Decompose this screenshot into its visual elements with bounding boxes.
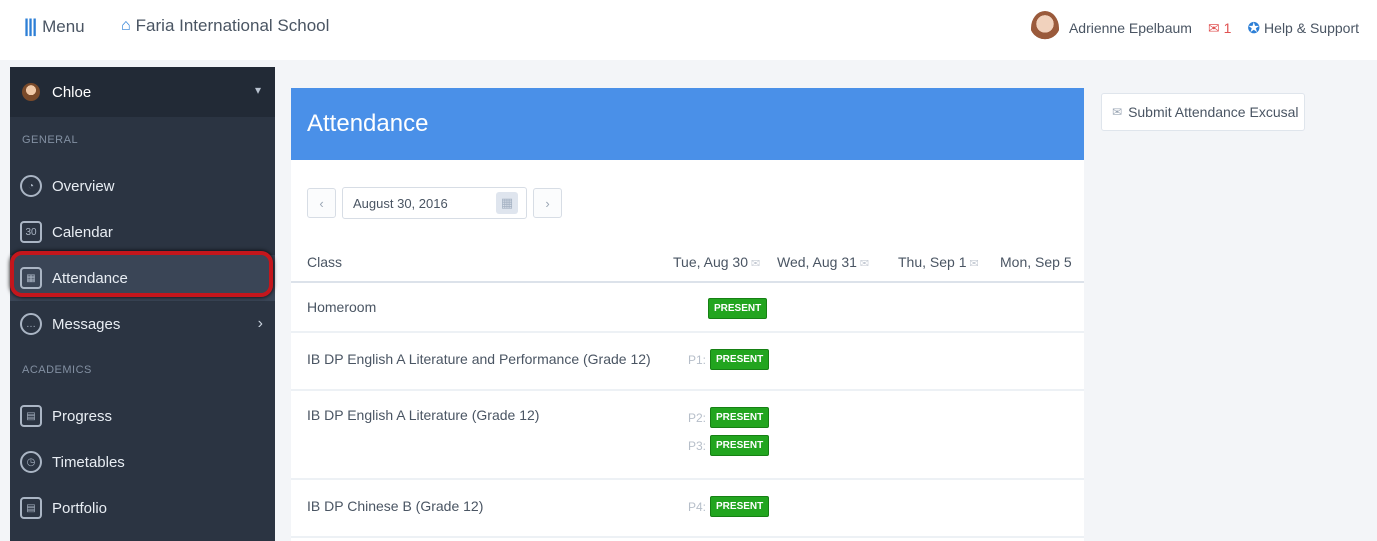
calendar-icon: 30 (20, 221, 42, 243)
date-navigator: ‹ August 30, 2016 ▦ › (307, 187, 562, 219)
sidebar: Chloe ▾ GENERAL ◔ Overview 30 Calendar ▦… (10, 67, 275, 541)
period-label: P3: (688, 438, 707, 453)
sidebar-item-label: Messages (52, 315, 121, 333)
envelope-icon[interactable]: ✉ (970, 258, 979, 270)
status-badge: PRESENT (710, 496, 770, 517)
book-icon: ▤ (20, 497, 42, 519)
attendance-entry: P1: PRESENT (688, 349, 770, 370)
calendar-icon[interactable]: ▦ (496, 192, 518, 214)
sidebar-item-label: Attendance (52, 269, 128, 287)
section-general: GENERAL (22, 134, 79, 146)
column-header-label: Thu, Sep 1 (898, 254, 967, 270)
sidebar-item-portfolio[interactable]: ▤ Portfolio (10, 485, 275, 531)
class-name: IB DP Chinese B (Grade 12) (307, 498, 484, 514)
sidebar-item-label: Portfolio (52, 499, 108, 517)
table-row: IB DP Chinese B (Grade 12) P4: PRESENT (291, 482, 1084, 538)
attendance-card: Attendance ‹ August 30, 2016 ▦ › Class T… (291, 88, 1084, 541)
attendance-entry: PRESENT (708, 298, 768, 319)
table-header: Class Tue, Aug 30 ✉ Wed, Aug 31 ✉ Thu, Sep… (291, 239, 1084, 283)
menu-label: Menu (42, 16, 85, 36)
clock-icon: ◷ (20, 451, 42, 473)
table-row: IB DP English A Literature (Grade 12) P2… (291, 393, 1084, 480)
lifebuoy-icon: ✪ (1247, 20, 1261, 37)
sidebar-item-timetables[interactable]: ◷ Timetables (10, 439, 275, 485)
school-link[interactable]: ⌂ Faria International School (121, 16, 329, 36)
period-label: P1: (688, 352, 707, 367)
envelope-icon[interactable]: ✉ (860, 258, 869, 270)
sidebar-item-progress[interactable]: ▤ Progress (10, 393, 275, 439)
page-title: Attendance (291, 88, 1084, 160)
attendance-entry: P4: PRESENT (688, 496, 770, 517)
envelope-icon[interactable]: ✉ (751, 258, 760, 270)
section-academics: ACADEMICS (22, 364, 92, 376)
home-icon: ⌂ (121, 17, 131, 34)
user-avatar[interactable] (1030, 11, 1059, 45)
column-header-day: Thu, Sep 1 ✉ (898, 254, 979, 270)
chevron-right-icon: › (257, 315, 263, 332)
sidebar-item-label: Overview (52, 177, 115, 195)
sidebar-item-calendar[interactable]: 30 Calendar (10, 209, 275, 255)
status-badge: PRESENT (710, 435, 770, 456)
user-area: Adrienne Epelbaum ✉ 1 ✪ Help & Support (1030, 8, 1359, 48)
attendance-entry: P3: PRESENT (688, 435, 770, 456)
status-badge: PRESENT (708, 298, 768, 319)
sidebar-item-label: Timetables (52, 453, 125, 471)
class-name: IB DP English A Literature (Grade 12) (307, 407, 540, 423)
column-header-label: Wed, Aug 31 (777, 254, 857, 270)
previous-date-button[interactable]: ‹ (307, 188, 336, 218)
attendance-entry: P2: PRESENT (688, 407, 770, 428)
user-name[interactable]: Adrienne Epelbaum (1069, 20, 1192, 36)
column-header-label: Tue, Aug 30 (673, 254, 748, 270)
period-label: P4: (688, 499, 707, 514)
class-name: IB DP English A Literature and Performan… (307, 351, 651, 367)
table-row: IB DP English A Literature and Performan… (291, 335, 1084, 391)
menu-button[interactable]: ||| Menu (24, 16, 85, 37)
help-support-link[interactable]: ✪ Help & Support (1247, 19, 1359, 37)
sidebar-item-messages[interactable]: … Messages › (10, 301, 275, 347)
mail-count: 1 (1223, 20, 1232, 36)
student-selector[interactable]: Chloe ▾ (10, 67, 275, 117)
attendance-icon: ▦ (20, 267, 42, 289)
envelope-icon: ✉ (1112, 105, 1123, 119)
chevron-down-icon: ▾ (254, 83, 261, 97)
submit-excusal-label: Submit Attendance Excusal (1128, 104, 1299, 120)
student-name: Chloe (52, 83, 92, 101)
date-value: August 30, 2016 (353, 195, 448, 211)
column-header-day: Mon, Sep 5 (1000, 254, 1072, 270)
messages-indicator[interactable]: ✉ 1 (1208, 20, 1232, 37)
sidebar-item-label: Calendar (52, 223, 113, 241)
book-icon: ▤ (20, 405, 42, 427)
next-date-button[interactable]: › (533, 188, 562, 218)
chat-icon: … (20, 313, 42, 335)
mail-icon: ✉ (1207, 19, 1220, 36)
help-label: Help & Support (1264, 20, 1359, 36)
class-name: Homeroom (307, 299, 377, 315)
table-row: Homeroom PRESENT (291, 285, 1084, 333)
gauge-icon: ◔ (20, 175, 42, 197)
sidebar-item-label: Progress (52, 407, 113, 425)
student-avatar (22, 83, 40, 101)
sidebar-item-attendance[interactable]: ▦ Attendance (10, 251, 275, 301)
menu-icon: ||| (24, 16, 37, 36)
period-label: P2: (688, 410, 707, 425)
school-name: Faria International School (135, 16, 330, 35)
date-field[interactable]: August 30, 2016 ▦ (342, 187, 527, 219)
column-header-day: Wed, Aug 31 ✉ (777, 254, 869, 270)
sidebar-item-overview[interactable]: ◔ Overview (10, 163, 275, 209)
column-header-class: Class (307, 254, 343, 270)
column-header-day: Tue, Aug 30 ✉ (673, 254, 760, 270)
status-badge: PRESENT (710, 349, 770, 370)
callout-highlight (10, 251, 273, 297)
top-navigation-bar: ||| Menu ⌂ Faria International School Ad… (0, 0, 1377, 60)
status-badge: PRESENT (710, 407, 770, 428)
submit-excusal-button[interactable]: ✉ Submit Attendance Excusal (1101, 93, 1305, 131)
